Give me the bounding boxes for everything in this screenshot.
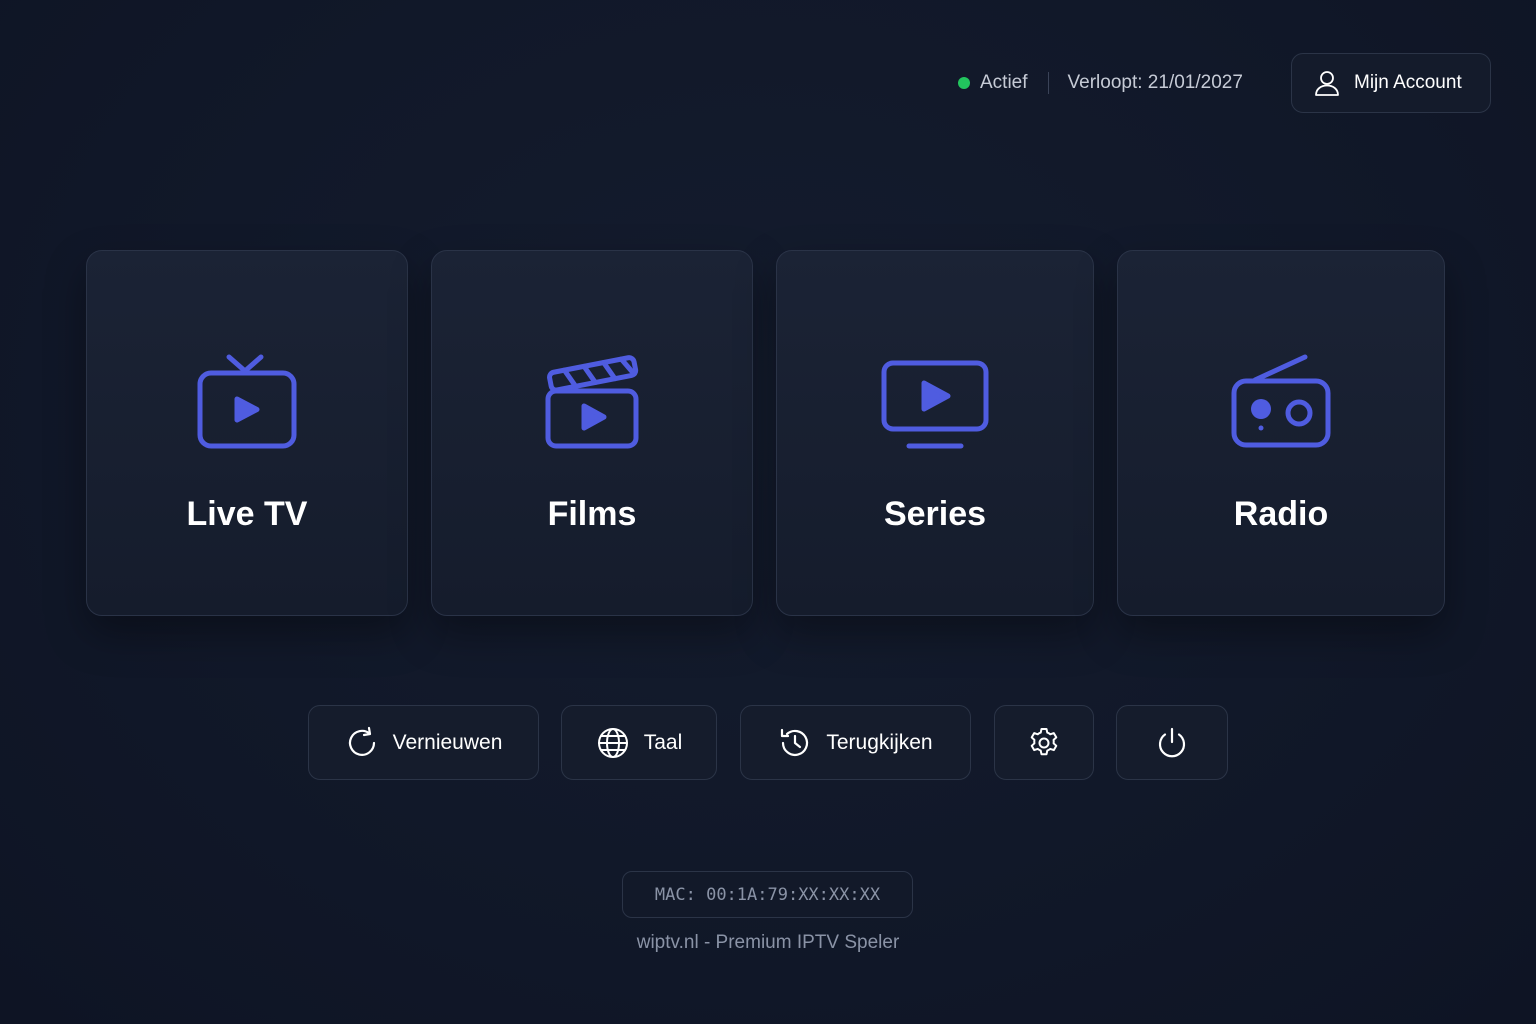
gear-icon <box>1030 727 1058 755</box>
subscription-status: Actief Verloopt: 21/01/2027 <box>940 66 1243 100</box>
tile-label: Series <box>883 495 987 533</box>
status-divider <box>1047 72 1049 94</box>
live-tv-icon <box>192 351 302 451</box>
catchup-label: Terugkijken <box>826 730 933 754</box>
globe-icon <box>597 727 628 758</box>
language-button[interactable]: Taal <box>561 705 717 780</box>
catchup-button[interactable]: Terugkijken <box>740 705 971 780</box>
status-label: Actief <box>980 72 1028 93</box>
refresh-icon <box>348 726 375 756</box>
power-icon <box>1158 727 1186 757</box>
history-icon <box>781 728 809 756</box>
my-account-label: Mijn Account <box>1354 72 1462 93</box>
footer-tagline: wiptv.nl - Premium IPTV Speler <box>636 932 900 953</box>
tile-radio[interactable]: Radio <box>1117 250 1445 616</box>
refresh-label: Vernieuwen <box>392 730 503 754</box>
clapperboard-icon <box>537 351 647 451</box>
tile-label: Live TV <box>186 495 308 533</box>
tile-live-tv[interactable]: Live TV <box>86 250 408 616</box>
tile-label: Films <box>547 495 637 533</box>
my-account-button[interactable]: Mijn Account <box>1291 53 1491 113</box>
radio-icon <box>1226 351 1336 451</box>
mac-address-badge: MAC: 00:1A:79:XX:XX:XX <box>622 871 913 918</box>
tile-series[interactable]: Series <box>776 250 1094 616</box>
expiry-text: Verloopt: 21/01/2027 <box>1067 72 1243 93</box>
status-dot <box>958 77 970 89</box>
settings-button[interactable] <box>994 705 1094 780</box>
monitor-play-icon <box>880 351 990 451</box>
tile-films[interactable]: Films <box>431 250 753 616</box>
language-label: Taal <box>643 730 683 754</box>
power-button[interactable] <box>1116 705 1228 780</box>
user-icon <box>1315 71 1339 96</box>
refresh-button[interactable]: Vernieuwen <box>308 705 539 780</box>
tile-label: Radio <box>1233 495 1329 533</box>
